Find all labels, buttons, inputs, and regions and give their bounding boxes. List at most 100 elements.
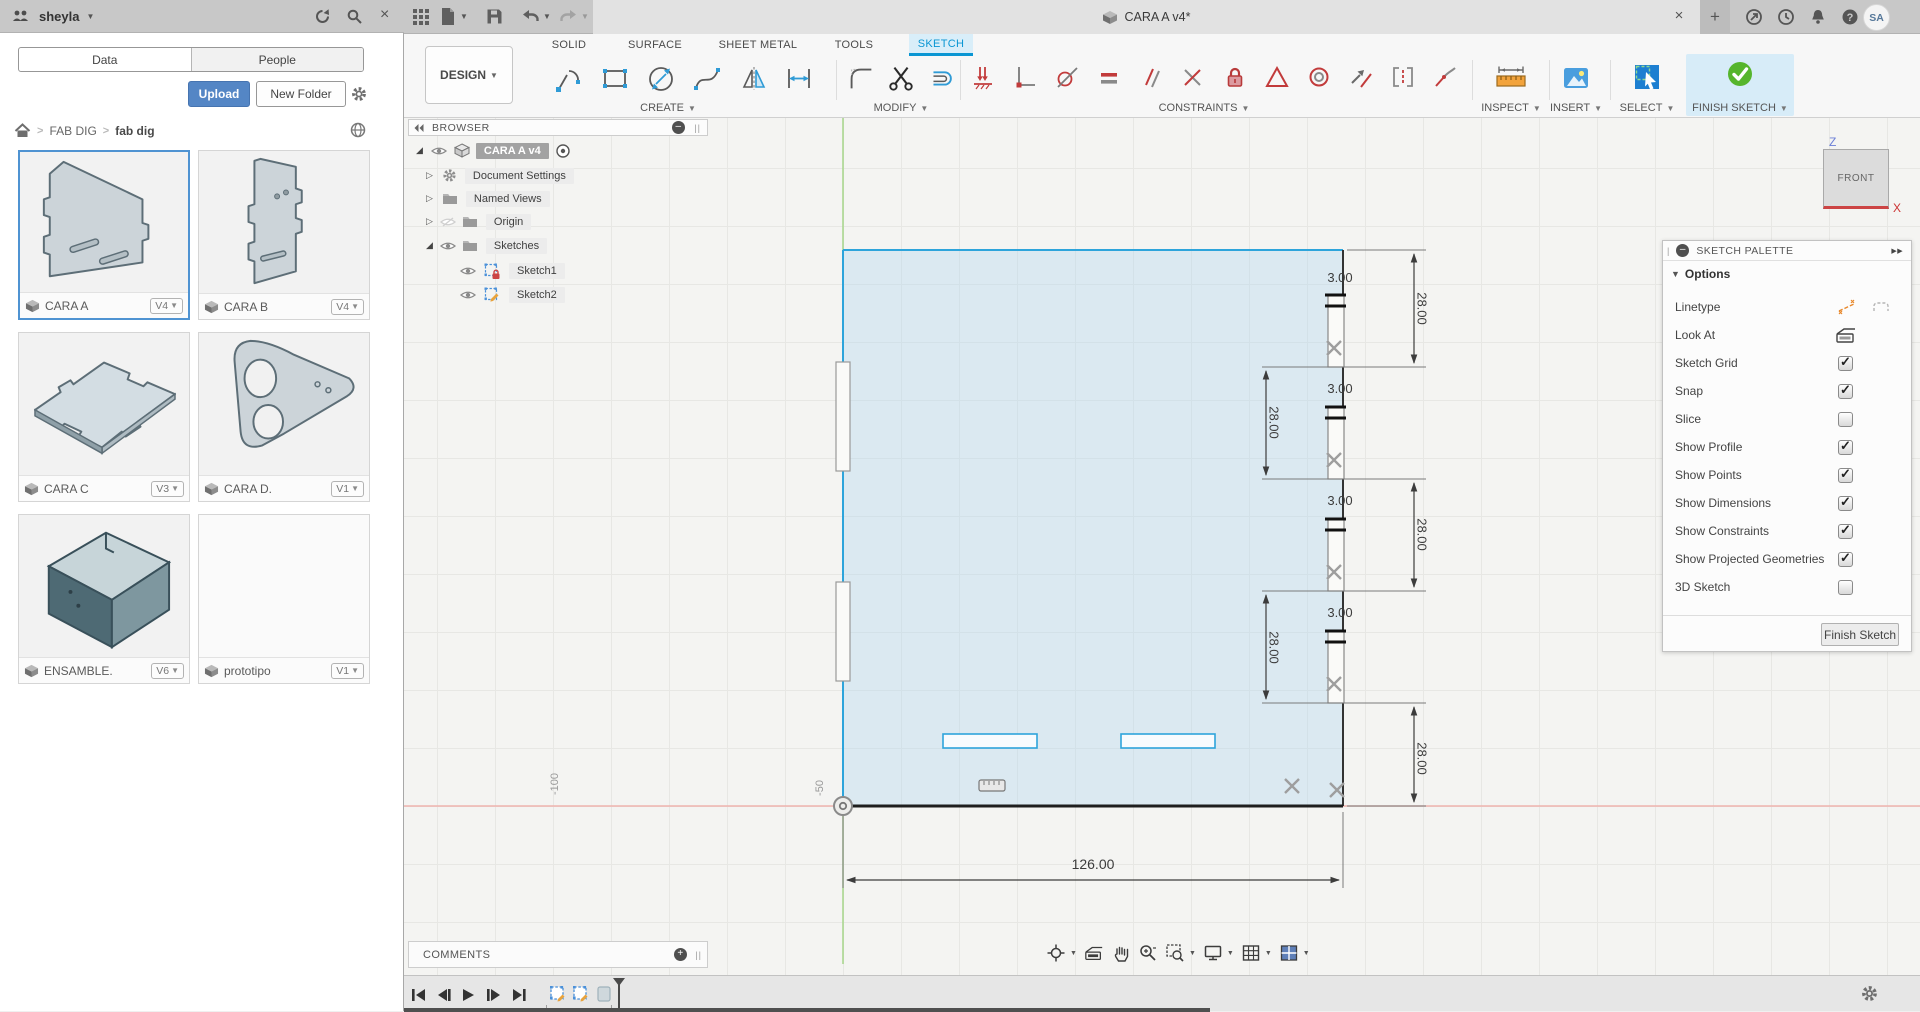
finish-sketch-button[interactable]: Finish Sketch [1821, 623, 1899, 646]
ribbon-tab-tools[interactable]: TOOLS [832, 34, 876, 56]
undo-icon[interactable] [521, 8, 540, 25]
new-folder-button[interactable]: New Folder [256, 81, 346, 107]
undo-menu-caret-icon[interactable]: ▼ [543, 12, 551, 21]
fix-lock-constraint-icon[interactable] [1222, 64, 1248, 90]
notifications-bell-icon[interactable] [1809, 8, 1827, 26]
expand-triangle-icon[interactable]: ◢ [416, 145, 423, 156]
dimension-label[interactable]: 3.00 [1322, 381, 1358, 396]
ribbon-tab-sketch[interactable]: SKETCH [909, 34, 973, 56]
visibility-eye-icon[interactable] [439, 240, 456, 252]
close-document-icon[interactable]: × [1670, 7, 1688, 25]
dimension-label[interactable]: 28.00 [1415, 737, 1430, 781]
origin-point[interactable] [833, 796, 853, 816]
parallel-constraint-icon[interactable] [1138, 64, 1164, 90]
group-label-modify[interactable]: MODIFY ▼ [874, 102, 929, 114]
rectangle-icon[interactable] [597, 60, 633, 96]
select-cursor-icon[interactable] [1628, 60, 1666, 96]
sketch-grid-checkbox[interactable] [1838, 354, 1853, 371]
breadcrumb-root[interactable]: FAB DIG [49, 124, 96, 138]
upload-button[interactable]: Upload [188, 81, 250, 107]
timeline-go-to-start-icon[interactable] [408, 985, 430, 1005]
polygon-constraint-icon[interactable] [1264, 64, 1290, 90]
timeline-step-forward-icon[interactable] [483, 985, 505, 1005]
version-badge[interactable]: V6 ▼ [151, 662, 184, 679]
user-menu-caret-icon[interactable]: ▼ [86, 12, 94, 21]
mirror-icon[interactable] [735, 60, 771, 96]
file-menu-caret-icon[interactable]: ▼ [460, 12, 468, 21]
ribbon-tab-surface[interactable]: SURFACE [625, 34, 685, 56]
viewports-icon[interactable] [1279, 943, 1299, 963]
browser-row-named-views[interactable]: ▷ Named Views [426, 189, 550, 208]
orbit-menu-caret-icon[interactable]: ▼ [1070, 950, 1077, 957]
browser-row-origin[interactable]: ▷ Origin [426, 212, 532, 231]
document-tab[interactable]: CARA A v4* × [593, 0, 1700, 34]
avatar[interactable]: SA [1863, 4, 1890, 31]
curvature-constraint-icon[interactable] [1390, 64, 1416, 90]
save-icon[interactable] [486, 8, 503, 25]
timeline-feature-pending[interactable] [595, 985, 613, 1003]
card-name[interactable]: CARA D. [224, 482, 331, 496]
display-settings-icon[interactable] [1203, 943, 1223, 963]
thumbnail-prototipo[interactable] [199, 515, 369, 659]
project-card[interactable]: CARA A V4 ▼ [18, 150, 190, 320]
display-menu-caret-icon[interactable]: ▼ [1227, 950, 1234, 957]
comments-grip[interactable]: || [695, 950, 702, 960]
browser-row-sketch1[interactable]: Sketch1 [460, 261, 565, 280]
extensions-icon[interactable] [1745, 8, 1763, 26]
timeline-step-back-icon[interactable] [433, 985, 455, 1005]
thumbnail-ensamble[interactable] [19, 515, 189, 659]
panel-settings-gear-icon[interactable] [350, 85, 368, 103]
project-card[interactable]: CARA B V4 ▼ [198, 150, 370, 320]
insert-image-icon[interactable] [1559, 60, 1593, 96]
redo-menu-caret-icon[interactable]: ▼ [581, 12, 589, 21]
palette-collapse-icon[interactable]: ▶▶ [1891, 247, 1903, 255]
snap-checkbox[interactable] [1838, 382, 1853, 399]
thumbnail-cara-b[interactable] [199, 151, 369, 295]
thumbnail-cara-a[interactable] [20, 152, 188, 296]
browser-grip[interactable]: || [694, 123, 701, 133]
project-card[interactable]: CARA D. V1 ▼ [198, 332, 370, 502]
group-label-inspect[interactable]: INSPECT ▼ [1481, 102, 1541, 114]
version-badge[interactable]: V4 ▼ [331, 298, 364, 315]
viewports-menu-caret-icon[interactable]: ▼ [1303, 950, 1310, 957]
collapsed-triangle-icon[interactable]: ▷ [426, 216, 433, 227]
grid-menu-caret-icon[interactable]: ▼ [1265, 950, 1272, 957]
refresh-icon[interactable] [314, 8, 331, 25]
smooth-constraint-icon[interactable] [1432, 64, 1458, 90]
construction-linetype-icon[interactable] [1871, 298, 1891, 316]
file-icon[interactable] [440, 7, 456, 26]
tab-data[interactable]: Data [19, 48, 191, 71]
concentric-constraint-icon[interactable] [1306, 64, 1332, 90]
show-projected-geometries-checkbox[interactable] [1838, 550, 1853, 567]
browser-root-label[interactable]: CARA A v4 [475, 142, 549, 159]
search-icon[interactable] [346, 8, 363, 25]
thumbnail-cara-c[interactable] [19, 333, 189, 477]
comments-add-icon[interactable]: + [674, 948, 687, 961]
spline-icon[interactable] [689, 60, 725, 96]
browser-item-label[interactable]: Document Settings [464, 167, 574, 184]
show-points-checkbox[interactable] [1838, 466, 1853, 483]
browser-row-sketch2[interactable]: Sketch2 [460, 285, 565, 304]
workspace-switcher[interactable]: DESIGN ▼ [425, 46, 513, 104]
group-label-constraints[interactable]: CONSTRAINTS ▼ [1159, 102, 1250, 114]
equal-constraint-icon[interactable] [1096, 64, 1122, 90]
fit-menu-caret-icon[interactable]: ▼ [1189, 950, 1196, 957]
dimension-label[interactable]: 28.00 [1415, 513, 1430, 557]
zoom-window-fit-icon[interactable] [1165, 943, 1185, 963]
card-name[interactable]: ENSAMBLE. [44, 664, 151, 678]
horizontal-vertical-constraint-icon[interactable] [970, 64, 996, 90]
new-tab-button[interactable]: + [1700, 0, 1730, 34]
show-profile-checkbox[interactable] [1838, 438, 1853, 455]
tangent-constraint-icon[interactable] [1054, 64, 1080, 90]
viewcube-front-face[interactable]: FRONT [1823, 149, 1889, 209]
dimension-label[interactable]: 28.00 [1415, 287, 1430, 331]
show-constraints-checkbox[interactable] [1838, 522, 1853, 539]
visibility-off-eye-icon[interactable] [439, 216, 456, 228]
browser-item-label[interactable]: Origin [485, 213, 532, 230]
sketch-profile-region[interactable] [843, 250, 1343, 806]
browser-row-document-settings[interactable]: ▷ Document Settings [426, 166, 574, 185]
browser-item-label[interactable]: Named Views [465, 190, 550, 207]
expand-triangle-icon[interactable]: ◢ [426, 240, 433, 251]
look-at-nav-icon[interactable] [1084, 944, 1104, 962]
project-card[interactable]: CARA C V3 ▼ [18, 332, 190, 502]
